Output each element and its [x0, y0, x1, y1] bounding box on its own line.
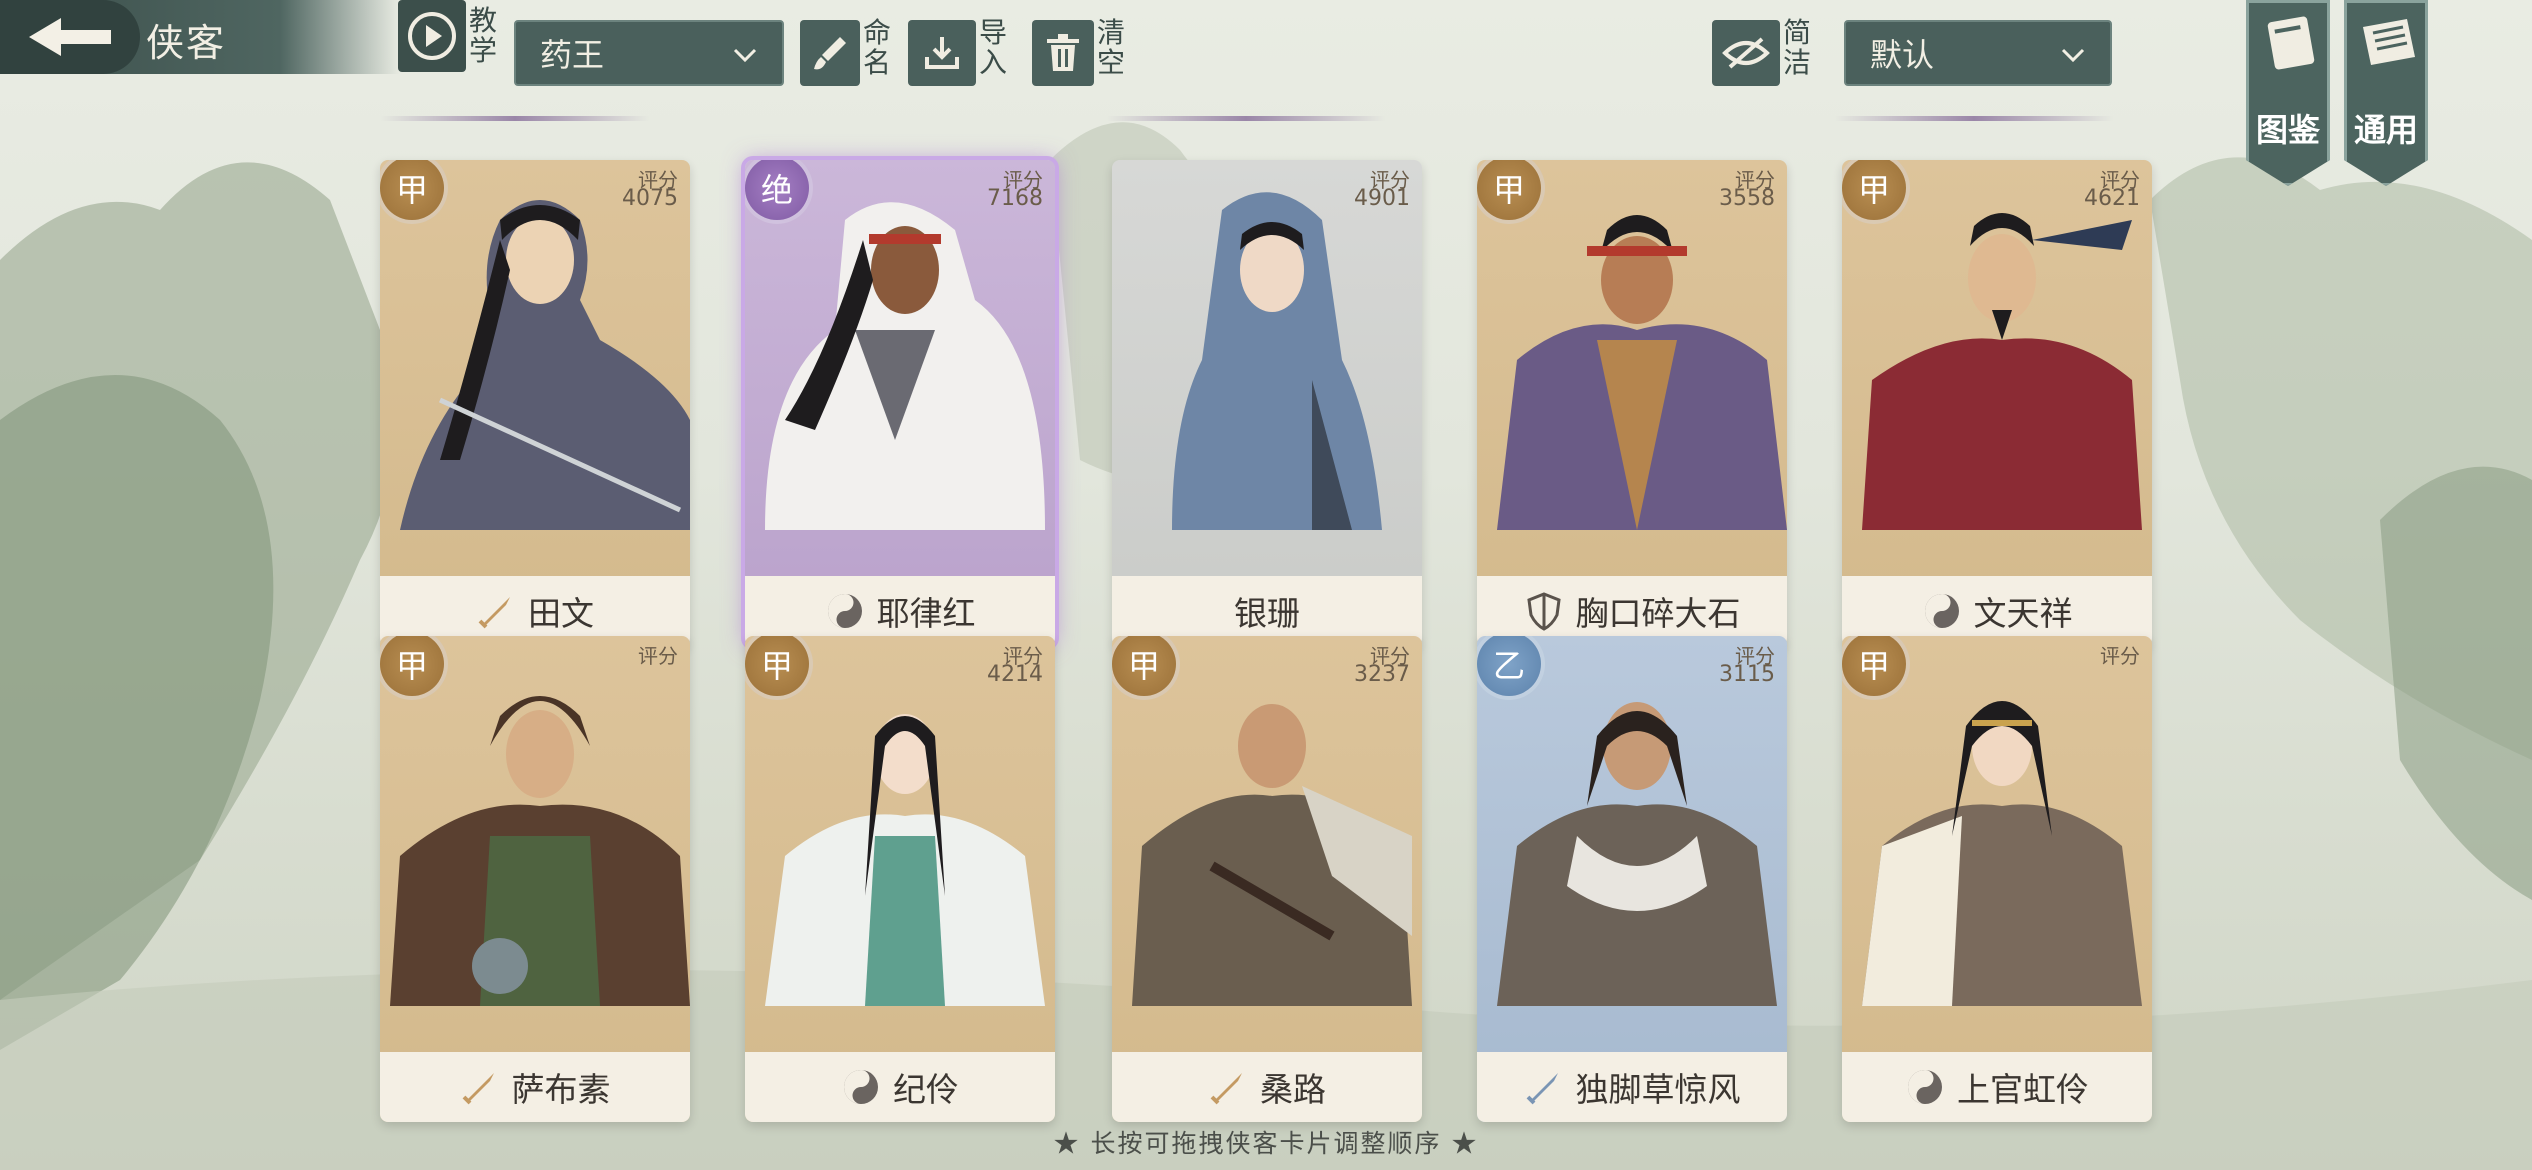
hero-card[interactable]: 评分 4901 银珊: [1112, 160, 1422, 646]
sword-icon: [1208, 1067, 1248, 1107]
book-icon: [2267, 16, 2315, 70]
hero-card[interactable]: 甲 评分 4621 文天祥: [1842, 160, 2152, 646]
import-label: 导入: [978, 16, 1007, 79]
hero-card[interactable]: 甲 评分 4214 纪伶: [745, 636, 1055, 1122]
score-value: 4214: [987, 662, 1043, 687]
taichi-icon: [825, 591, 865, 631]
hero-name: 纪伶: [893, 1070, 959, 1109]
hero-name-bar: 萨布素: [380, 1052, 690, 1122]
rename-label: 命名: [862, 16, 891, 79]
score-label: 评分: [638, 644, 678, 668]
preset-select-value: 药王: [540, 36, 605, 74]
hero-name-bar: 上官虹伶: [1842, 1052, 2152, 1122]
hero-name-bar: 独脚草惊风: [1477, 1052, 1787, 1122]
score-value: 4075: [622, 186, 678, 211]
hero-card[interactable]: 甲 评分 3237 桑路: [1112, 636, 1422, 1122]
hero-name-bar: 桑路: [1112, 1052, 1422, 1122]
taichi-icon: [841, 1067, 881, 1107]
taichi-icon: [1922, 591, 1962, 631]
codex-button[interactable]: 图鉴: [2246, 0, 2330, 186]
trash-icon: [1047, 34, 1079, 71]
page-title: 侠客: [146, 21, 227, 65]
tutorial-label: 教学: [468, 4, 497, 67]
hero-card[interactable]: 乙 评分 3115 独脚草惊风: [1477, 636, 1787, 1122]
eye-off-icon: [1722, 37, 1770, 69]
hero-name: 文天祥: [1973, 594, 2073, 633]
play-icon: [408, 12, 456, 60]
hero-portrait: [1172, 192, 1382, 530]
hero-name: 田文: [528, 594, 594, 633]
score-value: 3115: [1719, 662, 1775, 687]
sword-icon: [460, 1067, 500, 1107]
score-label: 评分: [2100, 644, 2140, 668]
back-button[interactable]: [0, 0, 140, 74]
score-value: 4621: [2084, 186, 2140, 211]
clear-label: 清空: [1096, 16, 1125, 79]
download-icon: [925, 37, 959, 69]
hero-card[interactable]: 甲 评分 萨布素: [380, 636, 690, 1122]
score-value: 7168: [987, 186, 1043, 211]
chevron-down-icon: [2061, 48, 2085, 63]
divider: [380, 116, 650, 121]
sort-select[interactable]: 默认: [1844, 20, 2112, 86]
shield-icon: [1524, 591, 1564, 631]
hero-name: 上官虹伶: [1957, 1070, 2089, 1109]
score-value: 3558: [1719, 186, 1775, 211]
score-value: 4901: [1354, 186, 1410, 211]
clear-button[interactable]: [1032, 20, 1094, 86]
sword-icon: [476, 591, 516, 631]
hero-card[interactable]: 甲 评分 上官虹伶: [1842, 636, 2152, 1122]
rename-button[interactable]: [800, 20, 860, 86]
general-label: 通用: [2353, 111, 2418, 149]
codex-label: 图鉴: [2255, 111, 2320, 149]
hero-card[interactable]: 甲 评分 4075 田文: [380, 160, 690, 646]
tutorial-button[interactable]: [398, 0, 466, 72]
taichi-icon: [1905, 1067, 1945, 1107]
sort-select-value: 默认: [1870, 36, 1935, 74]
hero-card-selected[interactable]: 绝 评分 7168 耶律红: [745, 160, 1055, 646]
drag-hint: ★ 长按可拖拽侠客卡片调整顺序 ★: [1053, 1129, 1479, 1158]
simple-toggle-button[interactable]: [1712, 20, 1780, 86]
chevron-down-icon: [733, 48, 757, 63]
general-button[interactable]: 通用: [2344, 0, 2428, 186]
back-arrow-icon: [29, 18, 111, 56]
preset-select[interactable]: 药王: [514, 20, 784, 86]
hero-name: 独脚草惊风: [1575, 1070, 1741, 1109]
hero-name: 胸口碎大石: [1575, 594, 1741, 633]
score-value: 3237: [1354, 662, 1410, 687]
hero-name: 银珊: [1234, 594, 1300, 633]
hero-name: 萨布素: [511, 1070, 611, 1109]
simple-label: 简洁: [1782, 16, 1811, 79]
hero-name: 耶律红: [876, 594, 976, 633]
brush-icon: [814, 37, 846, 70]
sword-icon: [1524, 1067, 1564, 1107]
import-button[interactable]: [908, 20, 976, 86]
hero-name: 桑路: [1260, 1070, 1326, 1109]
divider: [1106, 116, 1386, 121]
hero-card[interactable]: 甲 评分 3558 胸口碎大石: [1477, 160, 1787, 646]
divider: [1834, 116, 2114, 121]
scroll-icon: [2363, 19, 2415, 65]
hero-name-bar: 纪伶: [745, 1052, 1055, 1122]
